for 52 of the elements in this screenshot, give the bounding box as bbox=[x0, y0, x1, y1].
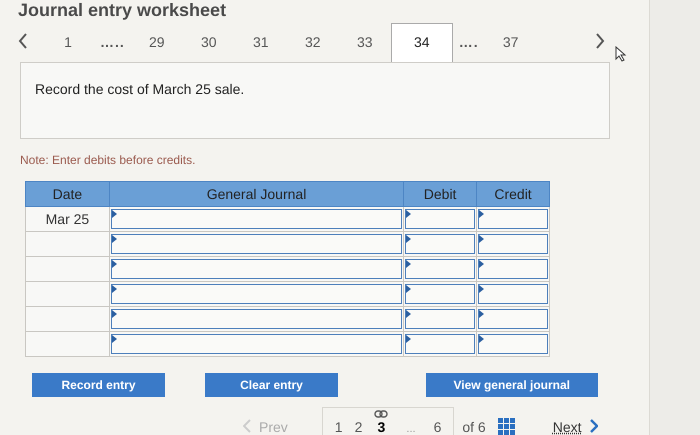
input-field[interactable] bbox=[110, 234, 402, 254]
page-number[interactable]: 6 bbox=[434, 419, 442, 435]
column-header: Credit bbox=[476, 182, 550, 206]
question-tab[interactable]: 31 bbox=[234, 27, 287, 62]
page-number[interactable]: 2 bbox=[354, 419, 362, 435]
input-field[interactable] bbox=[478, 334, 548, 354]
next-icon[interactable] bbox=[590, 419, 598, 433]
input-field[interactable] bbox=[405, 284, 476, 304]
page-number[interactable]: 1 bbox=[334, 419, 343, 435]
previous-icon[interactable] bbox=[18, 32, 28, 50]
date-cell: Mar 25 bbox=[26, 206, 110, 232]
input-field[interactable] bbox=[110, 309, 402, 329]
question-tab[interactable]: 32 bbox=[286, 27, 339, 62]
action-button[interactable]: Clear entry bbox=[205, 373, 338, 397]
column-header: Date bbox=[26, 182, 110, 206]
note-text: Note: Enter debits before credits. bbox=[20, 153, 196, 167]
input-field[interactable] bbox=[478, 209, 548, 229]
question-tab[interactable]: 33 bbox=[338, 27, 391, 62]
cursor-icon bbox=[615, 46, 627, 62]
input-field[interactable] bbox=[405, 334, 476, 354]
question-tab[interactable]: 29 bbox=[130, 27, 183, 62]
input-field[interactable] bbox=[478, 284, 548, 304]
input-field[interactable] bbox=[110, 209, 402, 229]
input-field[interactable] bbox=[110, 284, 402, 304]
ellipsis: ….. bbox=[99, 34, 126, 52]
ellipsis: …. bbox=[458, 34, 480, 52]
next-icon[interactable] bbox=[595, 32, 605, 50]
link-icon bbox=[374, 410, 388, 418]
ellipsis: ... bbox=[405, 423, 417, 435]
question-text: Record the cost of March 25 sale. bbox=[35, 81, 244, 98]
column-header: Debit bbox=[404, 182, 477, 206]
action-button[interactable]: Record entry bbox=[32, 373, 165, 397]
worksheet-title: Journal entry worksheet bbox=[18, 0, 228, 20]
question-tab[interactable]: 30 bbox=[182, 27, 235, 62]
grid-icon[interactable] bbox=[498, 418, 515, 435]
input-field[interactable] bbox=[405, 309, 476, 329]
page-count: of 6 bbox=[462, 419, 486, 435]
input-field[interactable] bbox=[405, 209, 476, 229]
input-field[interactable] bbox=[478, 259, 548, 279]
input-field[interactable] bbox=[405, 234, 476, 254]
question-tab[interactable]: 1 bbox=[42, 27, 94, 62]
page-number[interactable]: 3 bbox=[377, 419, 386, 435]
input-field[interactable] bbox=[405, 259, 476, 279]
next-link[interactable]: Next bbox=[552, 419, 582, 435]
input-field[interactable] bbox=[478, 309, 548, 329]
input-field[interactable] bbox=[478, 234, 548, 254]
question-tab[interactable]: 34 bbox=[390, 23, 453, 62]
input-field[interactable] bbox=[110, 334, 402, 354]
action-button[interactable]: View general journal bbox=[426, 373, 598, 397]
input-field[interactable] bbox=[110, 259, 402, 279]
column-header: General Journal bbox=[109, 182, 404, 206]
question-tab[interactable]: 37 bbox=[484, 27, 537, 62]
